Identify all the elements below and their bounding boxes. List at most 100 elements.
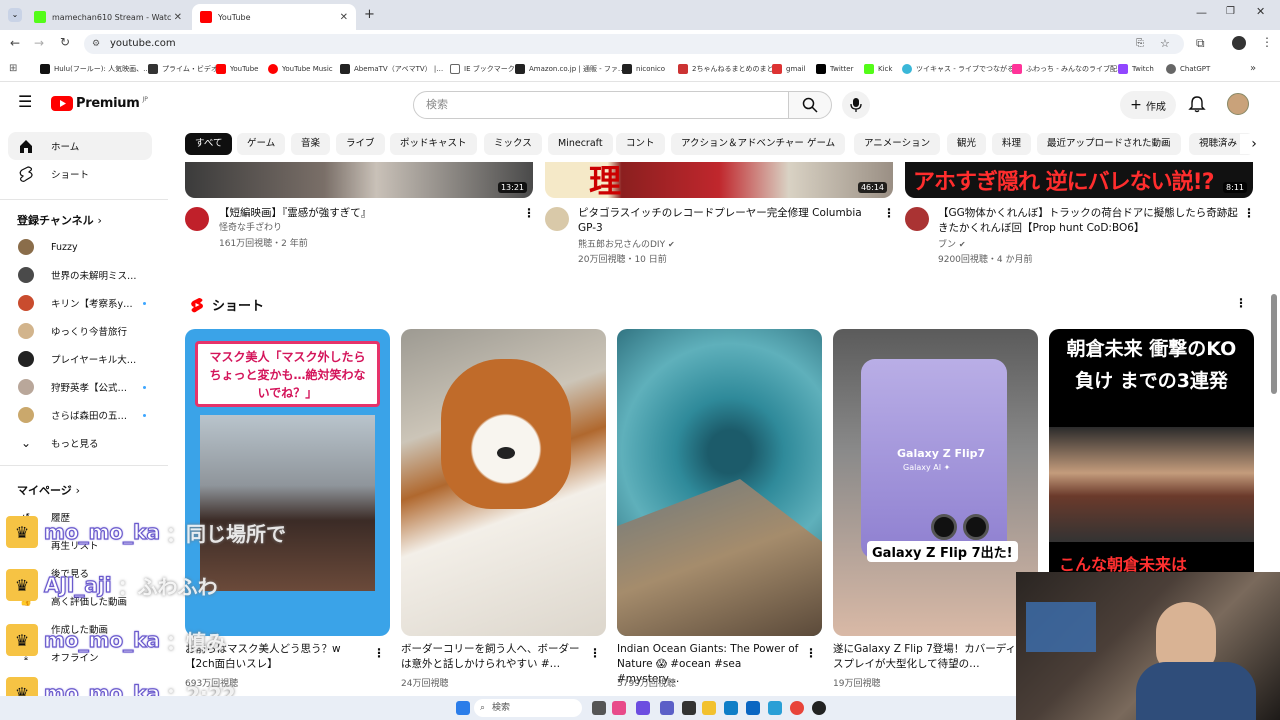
- short-title[interactable]: 遂にGalaxy Z Flip 7登場！カバーディスプレイが大型化して待望の…: [833, 642, 1018, 672]
- bookmark-item[interactable]: gmail: [772, 64, 805, 74]
- chip[interactable]: コント: [616, 133, 665, 155]
- bookmark-item[interactable]: niconico: [622, 64, 665, 74]
- back-arrow-icon[interactable]: ←: [10, 36, 20, 50]
- install-icon[interactable]: ⎘: [1136, 34, 1144, 54]
- bookmark-item[interactable]: Amazon.co.jp | 通販 - ファ…: [515, 64, 625, 74]
- obs-icon[interactable]: [812, 701, 826, 715]
- bookmark-item[interactable]: ふわっち - みんなのライブ配…: [1012, 64, 1124, 74]
- chip[interactable]: 音楽: [291, 133, 331, 155]
- more-vert-icon[interactable]: ⋮: [883, 206, 895, 220]
- sidebar-channel[interactable]: 狩野英孝【公式…: [8, 373, 152, 401]
- bookmark-item[interactable]: Twitch: [1118, 64, 1154, 74]
- copilot-icon[interactable]: [636, 701, 650, 715]
- bookmark-item[interactable]: Hulu(フールー): 人気映画、…: [40, 64, 150, 74]
- bookmark-item[interactable]: YouTube Music: [268, 64, 333, 74]
- sidebar-channel[interactable]: 世界の未解明ミス…: [8, 261, 152, 289]
- video-thumbnail[interactable]: 13:21: [185, 162, 533, 198]
- voice-search-button[interactable]: [842, 91, 870, 119]
- create-button[interactable]: + 作成: [1120, 91, 1176, 119]
- account-avatar[interactable]: [1227, 93, 1249, 115]
- app-icon[interactable]: [768, 701, 782, 715]
- channel-avatar[interactable]: [905, 207, 929, 231]
- more-vert-icon[interactable]: ⋮: [373, 646, 385, 660]
- sidebar-channel[interactable]: ゆっくり今昔旅行: [8, 317, 152, 345]
- short-card[interactable]: [401, 329, 606, 636]
- video-title[interactable]: 【短編映画】『霊感が強すぎて』: [219, 206, 509, 221]
- chevron-right-icon[interactable]: ›: [1240, 134, 1268, 154]
- reload-icon[interactable]: ↻: [60, 35, 70, 49]
- task-view-icon[interactable]: [592, 701, 606, 715]
- tab-youtube[interactable]: YouTube ✕: [192, 4, 356, 30]
- app-icon[interactable]: [612, 701, 626, 715]
- teams-icon[interactable]: [660, 701, 674, 715]
- window-close-button[interactable]: ✕: [1256, 5, 1265, 18]
- chip[interactable]: ポッドキャスト: [390, 133, 477, 155]
- app-icon[interactable]: [746, 701, 760, 715]
- bookmark-item[interactable]: Twitter: [816, 64, 853, 74]
- star-icon[interactable]: ☆: [1160, 34, 1170, 54]
- tab-list-button[interactable]: ⌄: [8, 8, 22, 22]
- extensions-icon[interactable]: ⧉: [1196, 36, 1205, 51]
- scrollbar-thumb[interactable]: [1271, 294, 1277, 394]
- bookmark-item[interactable]: YouTube: [216, 64, 258, 74]
- profile-avatar[interactable]: [1232, 36, 1246, 50]
- channel-avatar[interactable]: [545, 207, 569, 231]
- more-bookmarks-icon[interactable]: »: [1250, 63, 1256, 74]
- taskbar-search[interactable]: ⌕ 検索: [474, 699, 582, 717]
- bookmark-item[interactable]: IE ブックマーク: [450, 64, 515, 74]
- channel-name[interactable]: ブン ✔: [938, 237, 966, 253]
- search-button[interactable]: [788, 91, 832, 119]
- chip[interactable]: ライブ: [336, 133, 385, 155]
- channel-name[interactable]: 怪奇な手ざわり: [219, 221, 282, 236]
- short-title[interactable]: ボーダーコリーを飼う人へ、ボーダーは意外と話しかけられやすい #…: [401, 642, 586, 672]
- more-vert-icon[interactable]: ⋮: [805, 646, 817, 660]
- short-card[interactable]: Galaxy Z Flip7 Galaxy AI ✦ Galaxy Z Flip…: [833, 329, 1038, 636]
- video-thumbnail[interactable]: アホすぎ隠れ 逆にバレない説!? 8:11: [905, 162, 1253, 198]
- chip[interactable]: Minecraft: [548, 133, 613, 155]
- mypage-heading[interactable]: マイページ ›: [17, 482, 80, 498]
- bookmark-item[interactable]: プライム・ビデオ: [148, 64, 218, 74]
- chip[interactable]: ゲーム: [237, 133, 286, 155]
- video-title[interactable]: ピタゴラスイッチのレコードプレーヤー完全修理 Columbia GP-3: [578, 206, 878, 236]
- sidebar-channel[interactable]: さらば森田の五…: [8, 401, 152, 429]
- edge-icon[interactable]: [724, 701, 738, 715]
- site-info-icon[interactable]: ⚙: [92, 34, 100, 54]
- more-vert-icon[interactable]: ⋮: [523, 206, 535, 220]
- windows-start-icon[interactable]: [456, 701, 470, 715]
- video-thumbnail[interactable]: 理 46:14: [545, 162, 893, 198]
- hamburger-menu-icon[interactable]: ☰: [18, 94, 32, 110]
- chip-all[interactable]: すべて: [185, 133, 233, 155]
- more-vert-icon[interactable]: ⋮: [1243, 206, 1255, 220]
- notifications-bell-icon[interactable]: [1188, 95, 1206, 117]
- new-tab-button[interactable]: +: [364, 7, 375, 22]
- chip[interactable]: アニメーション: [854, 133, 941, 155]
- more-vert-icon[interactable]: ⋮: [1235, 296, 1247, 310]
- chrome-icon[interactable]: [790, 701, 804, 715]
- chip[interactable]: アクション＆アドベンチャー ゲーム: [671, 133, 846, 155]
- restore-button[interactable]: ❐: [1226, 6, 1235, 17]
- chip[interactable]: 最近アップロードされた動画: [1037, 133, 1181, 155]
- chip[interactable]: 料理: [992, 133, 1032, 155]
- app-icon[interactable]: [682, 701, 696, 715]
- tab-kick[interactable]: mamechan610 Stream - Watch Live o ✕: [26, 4, 190, 30]
- more-vert-icon[interactable]: ⋮: [589, 646, 601, 660]
- channel-name[interactable]: 熊五郎お兄さんのDIY ✔: [578, 237, 675, 253]
- bookmark-item[interactable]: ツイキャス - ライブでつながる…: [902, 64, 1021, 74]
- chip[interactable]: 観光: [947, 133, 987, 155]
- chip[interactable]: ミックス: [484, 133, 542, 155]
- minimize-button[interactable]: —: [1196, 6, 1207, 19]
- url-field[interactable]: ⚙ youtube.com ⎘ ☆: [84, 34, 1184, 54]
- sidebar-channel[interactable]: Fuzzy: [8, 233, 152, 261]
- channel-avatar[interactable]: [185, 207, 209, 231]
- close-icon[interactable]: ✕: [174, 12, 182, 23]
- short-card[interactable]: [617, 329, 822, 636]
- bookmark-item[interactable]: ChatGPT: [1166, 64, 1210, 74]
- bookmark-item[interactable]: Kick: [864, 64, 892, 74]
- subscriptions-heading[interactable]: 登録チャンネル ›: [17, 212, 102, 228]
- video-title[interactable]: 【GG物体かくれんぼ】トラックの荷台ドアに擬態したら奇跡起きたかくれんぼ回【Pr…: [938, 206, 1238, 236]
- apps-grid-icon[interactable]: ⊞: [9, 63, 17, 74]
- forward-arrow-icon[interactable]: →: [34, 36, 44, 50]
- bookmark-item[interactable]: AbemaTV（アベマTV） |…: [340, 64, 443, 74]
- file-explorer-icon[interactable]: [702, 701, 716, 715]
- bookmark-item[interactable]: 2ちゃんねるまとめのまとめ: [678, 64, 780, 74]
